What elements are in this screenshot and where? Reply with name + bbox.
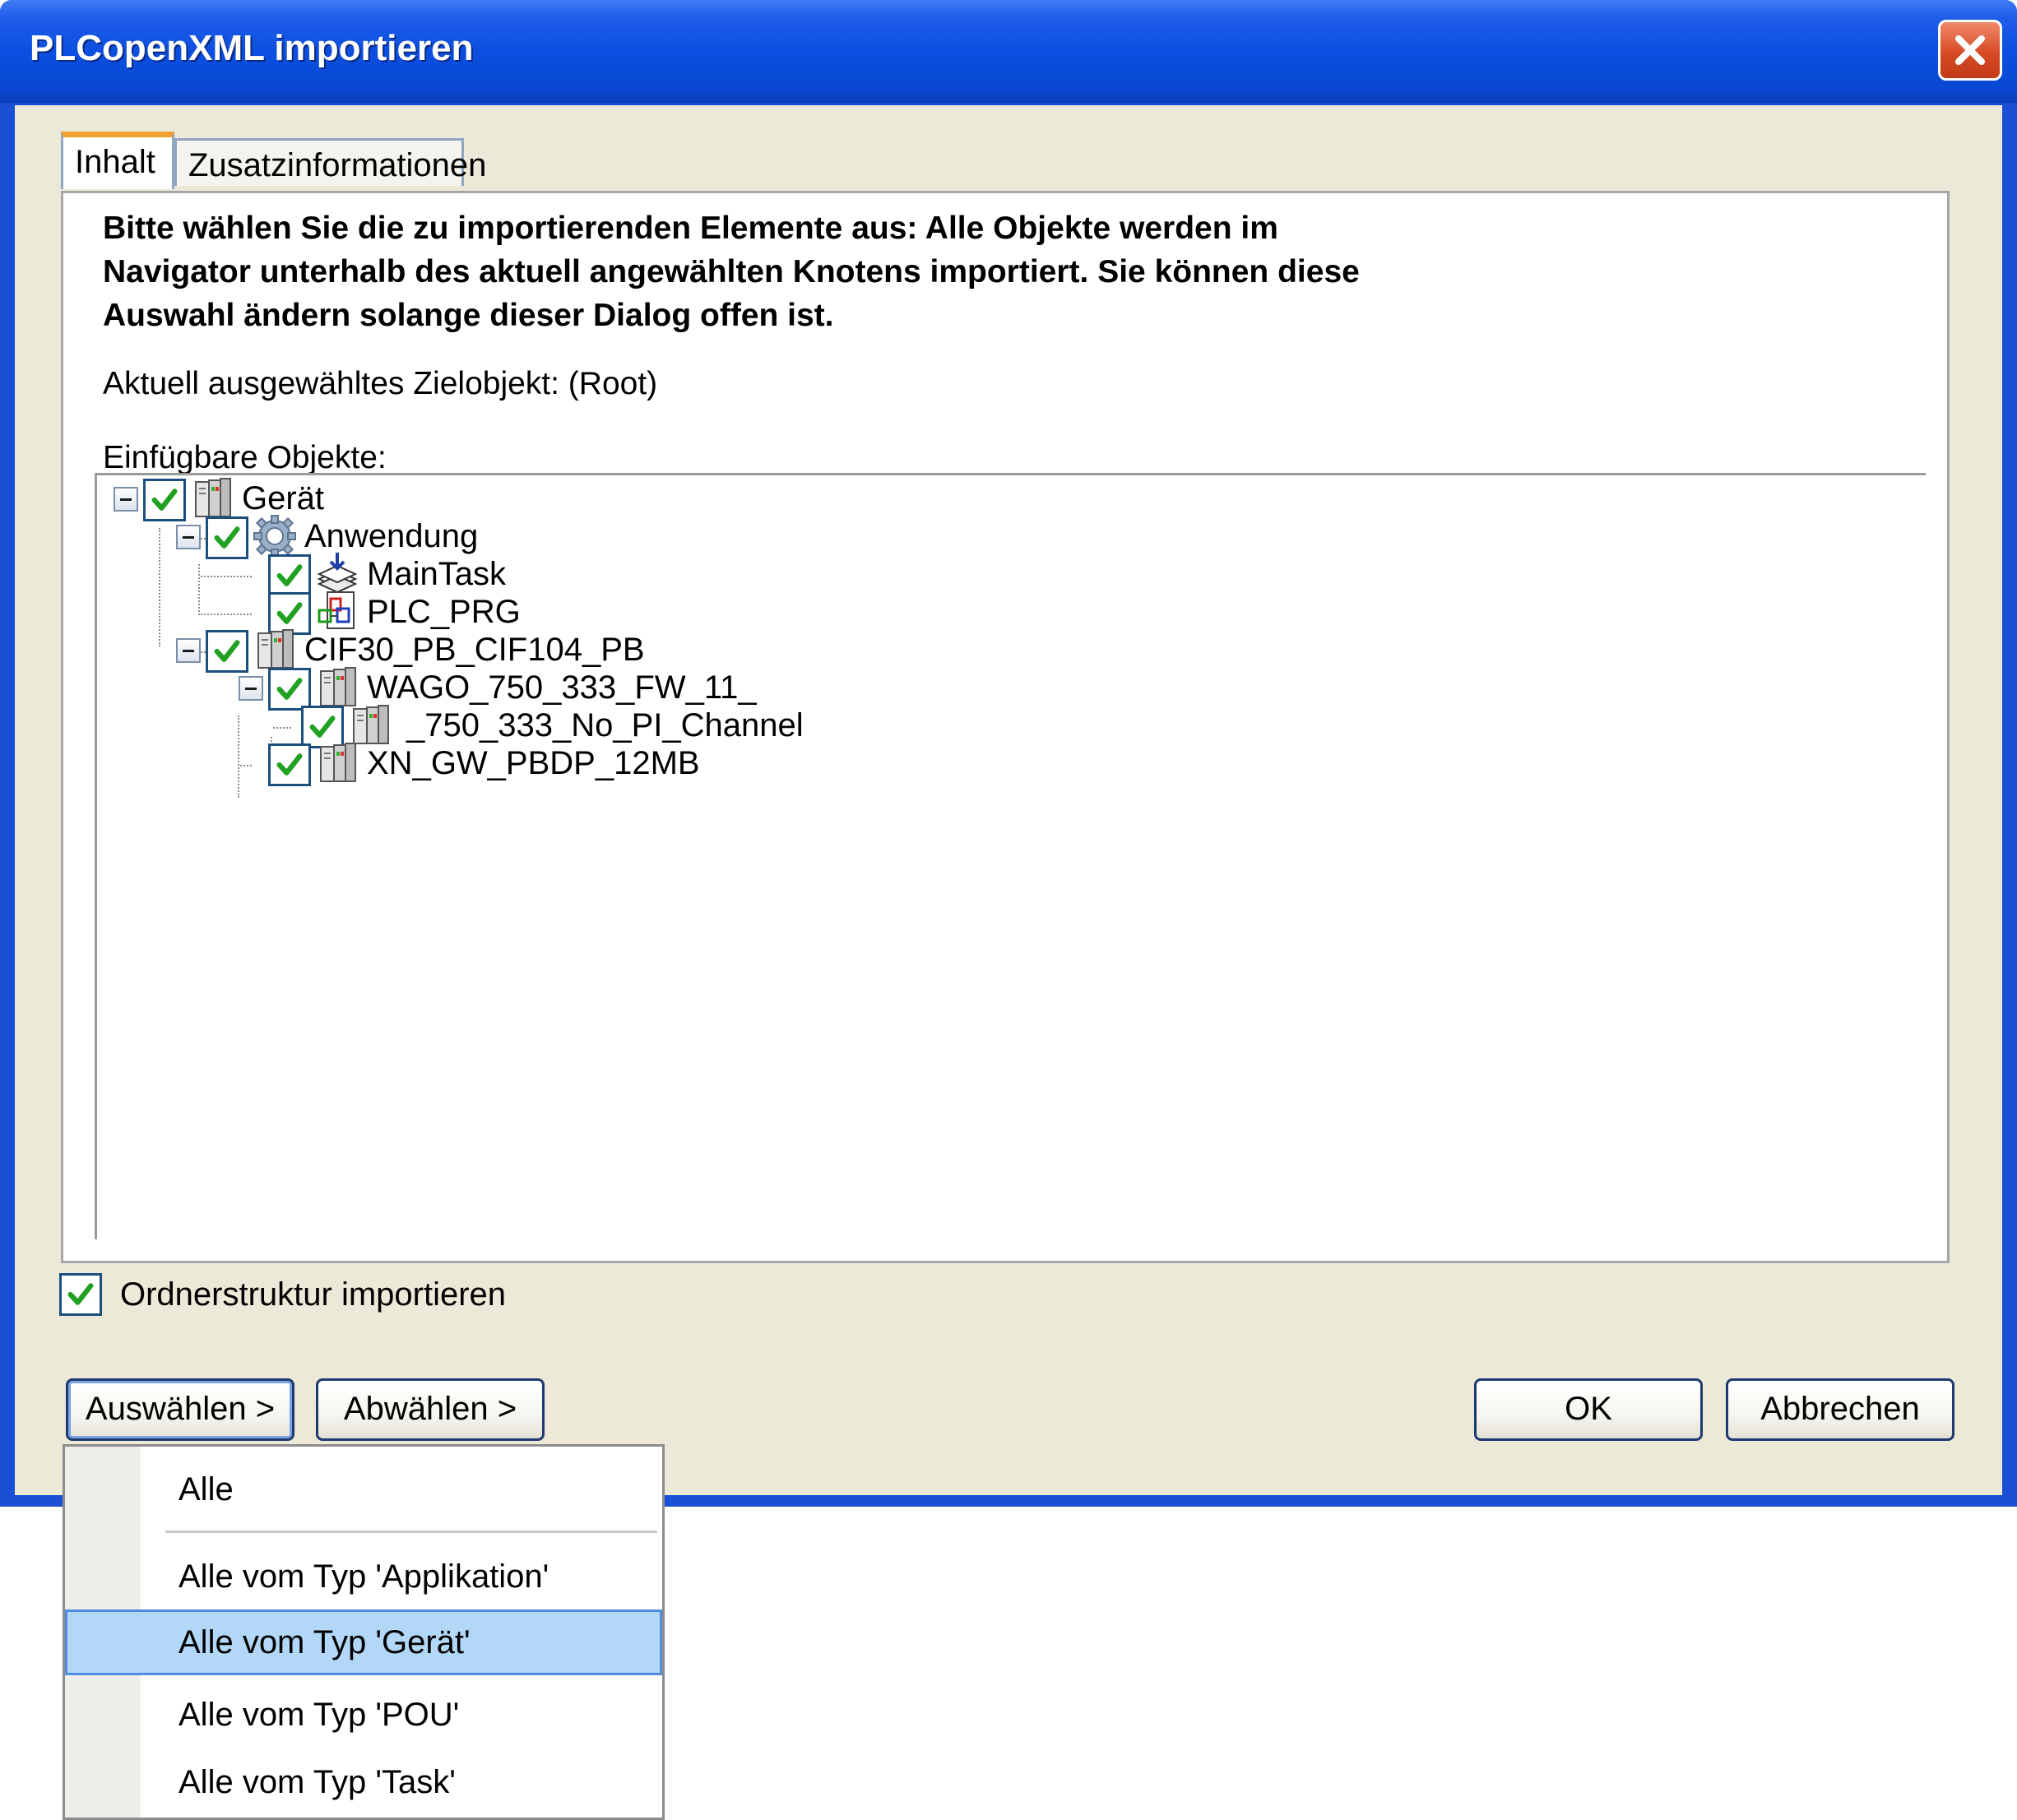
collapse-toggle[interactable] xyxy=(114,487,138,512)
tree-node-checkbox[interactable] xyxy=(268,743,311,786)
menu-item-label: Alle xyxy=(179,1471,234,1507)
instruction-line: Navigator unterhalb des aktuell angewähl… xyxy=(103,254,1360,289)
menu-item-typ-task[interactable]: Alle vom Typ 'Task' xyxy=(65,1749,662,1815)
close-icon xyxy=(1955,35,1985,65)
collapse-toggle[interactable] xyxy=(176,638,201,663)
deselect-button[interactable]: Abwählen > xyxy=(316,1378,545,1441)
tree-node-label: XN_GW_PBDP_12MB xyxy=(367,745,700,781)
checkmark-icon xyxy=(271,746,308,784)
menu-item-label: Alle vom Typ 'POU' xyxy=(179,1697,460,1733)
menu-item-typ-pou[interactable]: Alle vom Typ 'POU' xyxy=(65,1682,662,1748)
checkmark-icon xyxy=(62,1276,100,1313)
tree-node-xn-gw-pbdp[interactable]: XN_GW_PBDP_12MB xyxy=(97,739,837,791)
ok-button[interactable]: OK xyxy=(1474,1378,1703,1441)
menu-separator xyxy=(165,1531,657,1533)
instruction-text: Bitte wählen Sie die zu importierenden E… xyxy=(103,206,1419,337)
dialog-body: Inhalt Zusatzinformationen Bitte wählen … xyxy=(15,105,2002,1495)
import-folder-structure-label[interactable]: Ordnerstruktur importieren xyxy=(120,1276,506,1313)
dialog-window: PLCopenXML importieren Inhalt Zusatzinfo… xyxy=(0,0,2017,1507)
close-button[interactable] xyxy=(1938,20,2002,81)
collapse-toggle[interactable] xyxy=(239,676,263,701)
menu-item-typ-geraet[interactable]: Alle vom Typ 'Gerät' xyxy=(65,1609,662,1675)
menu-item-typ-applikation[interactable]: Alle vom Typ 'Applikation' xyxy=(65,1544,662,1609)
instruction-line: Bitte wählen Sie die zu importierenden E… xyxy=(103,211,1278,246)
window-title: PLCopenXML importieren xyxy=(30,28,474,68)
target-object-label: Aktuell ausgewähltes Zielobjekt: (Root) xyxy=(103,366,658,401)
menu-item-label: Alle vom Typ 'Task' xyxy=(179,1764,456,1800)
select-button[interactable]: Auswählen > xyxy=(66,1378,294,1441)
menu-item-alle[interactable]: Alle xyxy=(65,1456,662,1522)
device-icon xyxy=(314,740,360,786)
insertable-objects-label: Einfügbare Objekte: xyxy=(103,440,387,475)
import-folder-structure-checkbox[interactable] xyxy=(59,1273,102,1316)
instruction-line: Auswahl ändern solange dieser Dialog off… xyxy=(103,298,834,333)
tab-zusatzinformationen[interactable]: Zusatzinformationen xyxy=(174,138,486,186)
menu-item-label: Alle vom Typ 'Applikation' xyxy=(179,1558,549,1595)
cancel-button[interactable]: Abbrechen xyxy=(1726,1378,1954,1441)
title-bar[interactable]: PLCopenXML importieren xyxy=(0,0,2017,103)
tab-panel-inhalt: Bitte wählen Sie die zu importierenden E… xyxy=(61,191,1950,1263)
object-tree[interactable]: Gerät Anwendung MainTask PLC_PRG CIF30_P… xyxy=(95,473,1926,1239)
menu-item-label: Alle vom Typ 'Gerät' xyxy=(179,1624,471,1660)
tab-inhalt[interactable]: Inhalt xyxy=(61,132,174,189)
collapse-toggle[interactable] xyxy=(176,525,201,549)
select-dropdown-menu: Alle Alle vom Typ 'Applikation' Alle vom… xyxy=(63,1444,665,1820)
